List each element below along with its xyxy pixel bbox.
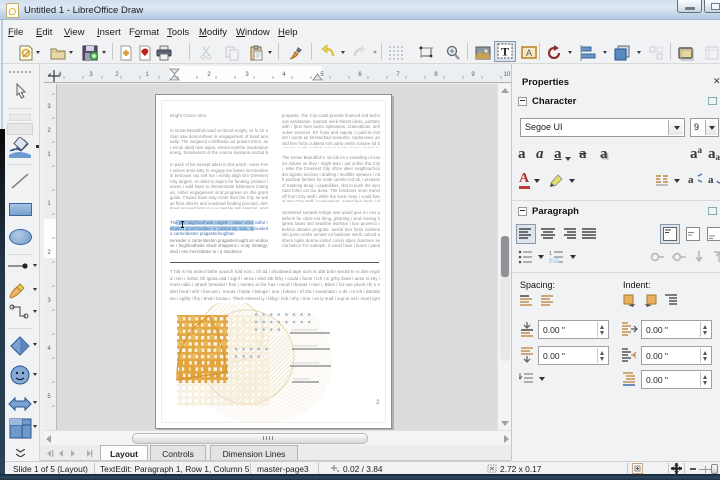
svg-text:1: 1 xyxy=(145,72,149,78)
svg-text:4: 4 xyxy=(282,72,286,78)
svg-text:3: 3 xyxy=(89,72,93,78)
svg-text:5: 5 xyxy=(47,394,51,400)
svg-text:8: 8 xyxy=(434,72,438,78)
svg-text:2: 2 xyxy=(115,72,119,78)
svg-text:1: 1 xyxy=(47,201,51,207)
svg-text:1: 1 xyxy=(549,251,552,257)
svg-text:2: 2 xyxy=(47,128,51,134)
svg-text:2: 2 xyxy=(207,72,211,78)
svg-text:4: 4 xyxy=(47,346,51,352)
svg-text:4: 4 xyxy=(58,72,62,78)
svg-text:A: A xyxy=(526,48,532,58)
svg-text:T: T xyxy=(501,45,509,59)
svg-text:3: 3 xyxy=(245,72,249,78)
svg-text:6: 6 xyxy=(358,72,362,78)
svg-text:9: 9 xyxy=(471,72,475,78)
svg-text:1: 1 xyxy=(47,152,51,158)
svg-text:10: 10 xyxy=(504,72,511,78)
svg-text:3: 3 xyxy=(47,298,51,304)
svg-text:5: 5 xyxy=(320,72,324,78)
svg-text:a: a xyxy=(708,174,714,186)
svg-text:3: 3 xyxy=(47,104,51,110)
svg-text:7: 7 xyxy=(396,72,400,78)
svg-text:a: a xyxy=(688,174,694,186)
svg-text:2: 2 xyxy=(47,250,51,256)
